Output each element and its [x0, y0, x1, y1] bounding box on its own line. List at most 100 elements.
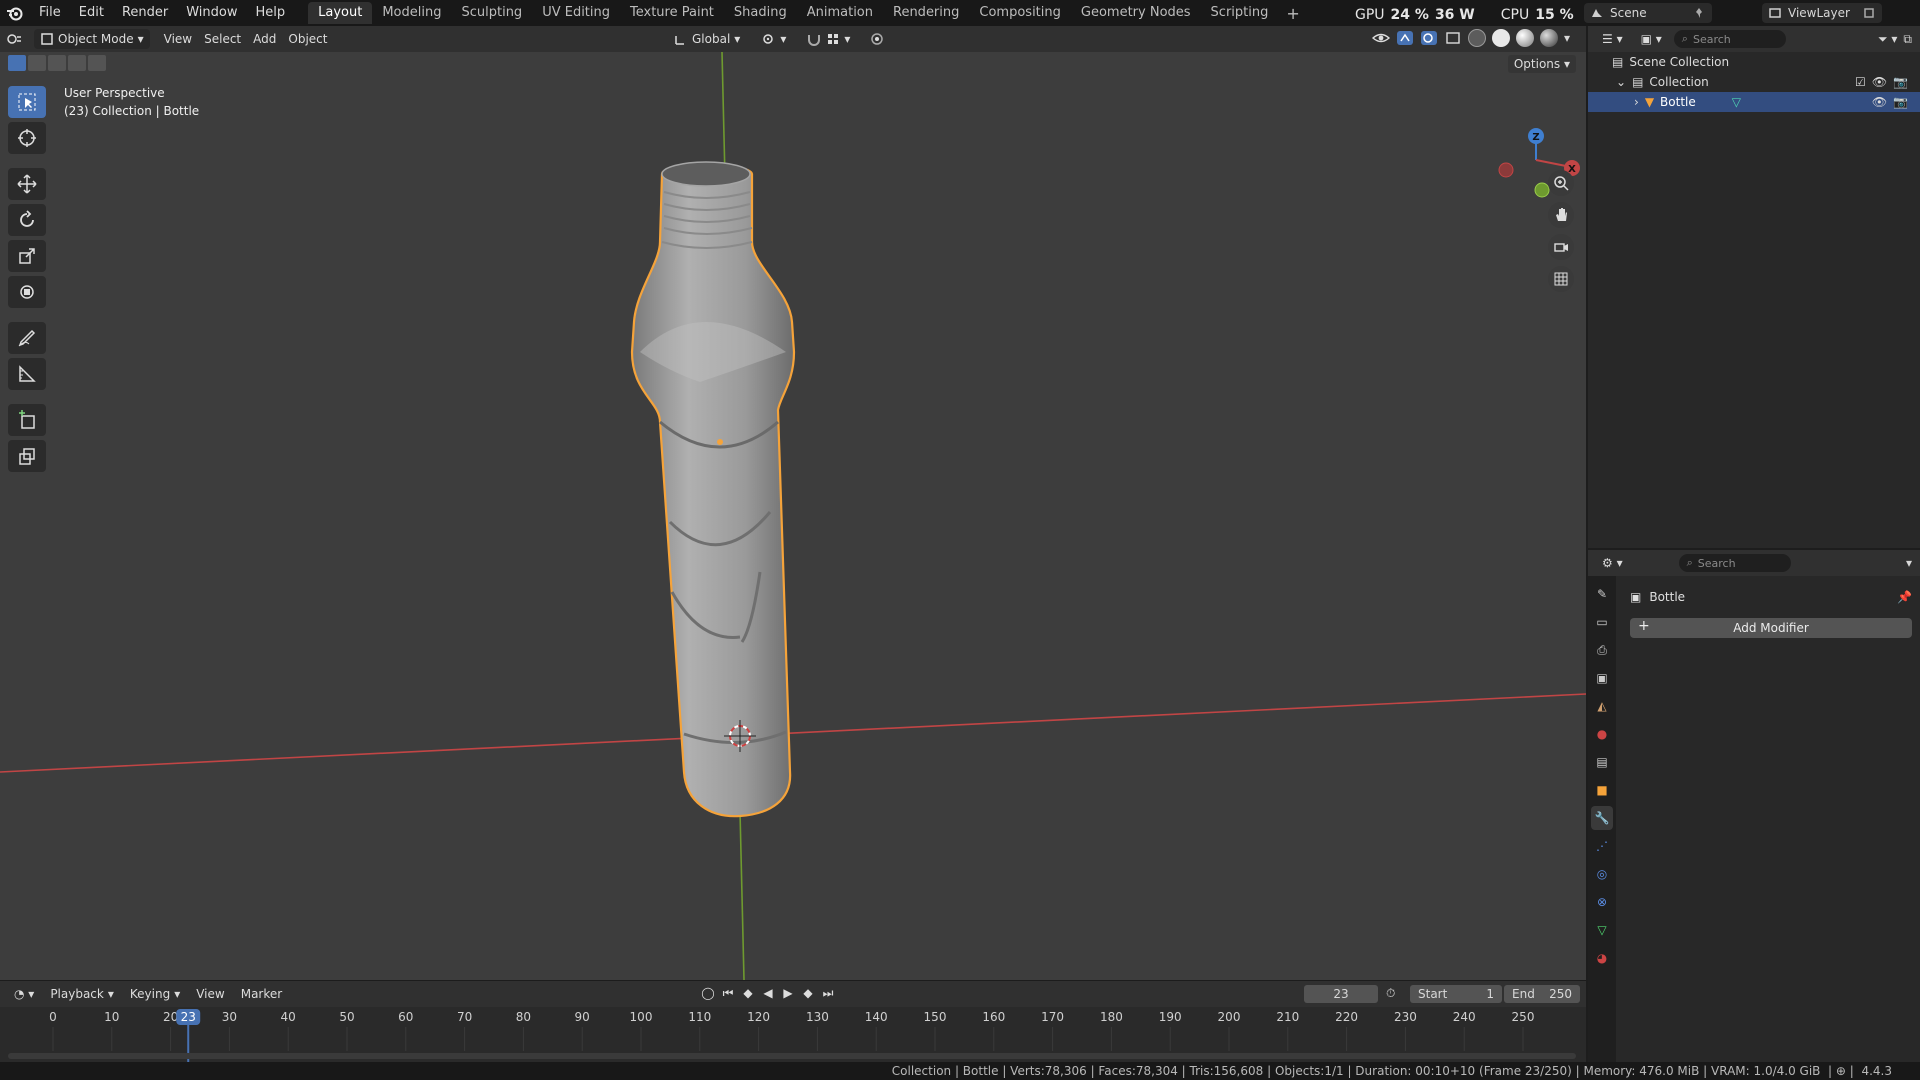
bottle-mesh[interactable]	[630, 163, 796, 818]
modifier-tab-icon[interactable]: 🔧	[1591, 806, 1613, 830]
render-tab-icon[interactable]: ▭	[1591, 610, 1613, 634]
frame-ruler[interactable]: 0 10 20 30 40 50 60 70 80 90 100 110 120 130 140 150 160…	[0, 1007, 1586, 1063]
tab-animation[interactable]: Animation	[797, 2, 883, 24]
physics-tab-icon[interactable]: ◎	[1591, 862, 1613, 886]
wireframe-shading-icon[interactable]	[1467, 29, 1486, 47]
tool-tab-icon[interactable]: ✎	[1591, 582, 1613, 606]
jump-start-icon[interactable]: ⏮	[720, 985, 736, 1001]
zoom-icon[interactable]	[1548, 170, 1574, 196]
menu-edit[interactable]: Edit	[70, 0, 113, 26]
new-collection-icon[interactable]: ⧉	[1903, 32, 1912, 47]
menu-marker[interactable]: Marker	[235, 984, 288, 1004]
view-layer-selector[interactable]: ViewLayer	[1762, 3, 1882, 23]
gizmo-y-icon[interactable]	[1534, 182, 1550, 198]
select-intersect-icon[interactable]	[88, 55, 106, 71]
play-reverse-icon[interactable]: ◀	[760, 985, 776, 1001]
menu-select[interactable]: Select	[198, 29, 247, 49]
tab-modeling[interactable]: Modeling	[372, 2, 451, 24]
chevron-down-icon[interactable]: ▾	[1906, 556, 1912, 570]
move-tool[interactable]	[8, 168, 46, 200]
scene-tab-icon[interactable]: ◭	[1591, 694, 1613, 718]
tab-geometry-nodes[interactable]: Geometry Nodes	[1071, 2, 1201, 24]
blender-logo-icon[interactable]	[0, 0, 30, 26]
select-subtract-icon[interactable]	[48, 55, 66, 71]
material-shading-icon[interactable]	[1515, 29, 1534, 47]
add-cube-tool[interactable]	[8, 404, 46, 436]
tab-sculpting[interactable]: Sculpting	[451, 2, 532, 24]
menu-window[interactable]: Window	[177, 0, 246, 26]
tab-scripting[interactable]: Scripting	[1201, 2, 1279, 24]
menu-object[interactable]: Object	[282, 29, 333, 49]
pin-icon[interactable]: 📌	[1897, 590, 1912, 604]
pivot-dropdown[interactable]: ▾	[754, 29, 792, 49]
menu-file[interactable]: File	[30, 0, 70, 26]
record-icon[interactable]: ◯	[700, 985, 716, 1001]
menu-keying[interactable]: Keying ▾	[124, 984, 186, 1004]
tab-compositing[interactable]: Compositing	[969, 2, 1071, 24]
mesh-data-icon[interactable]: ▽	[1732, 95, 1741, 109]
pan-hand-icon[interactable]	[1548, 202, 1574, 228]
constraints-tab-icon[interactable]: ⊗	[1591, 890, 1613, 914]
mode-dropdown[interactable]: Object Mode ▾	[34, 29, 150, 49]
clock-icon[interactable]: ◔ ▾	[8, 984, 40, 1004]
current-frame-field[interactable]: 23	[1304, 985, 1378, 1003]
properties-search-input[interactable]: ⌕ Search	[1678, 554, 1791, 572]
eye-icon[interactable]: 👁	[1872, 95, 1887, 109]
camera-view-icon[interactable]	[1548, 234, 1574, 260]
collection-tab-icon[interactable]: ▤	[1591, 750, 1613, 774]
play-icon[interactable]: ▶	[780, 985, 796, 1001]
next-keyframe-icon[interactable]: ◆	[800, 985, 816, 1001]
end-frame-field[interactable]: End 250	[1504, 985, 1580, 1003]
properties-editor-type-icon[interactable]: ⚙ ▾	[1596, 553, 1629, 573]
eye-icon[interactable]: 👁	[1872, 75, 1887, 89]
select-invert-icon[interactable]	[68, 55, 86, 71]
solid-shading-icon[interactable]	[1491, 29, 1510, 47]
scene-selector[interactable]: Scene	[1584, 3, 1712, 23]
3d-viewport[interactable]: User Perspective (23) Collection | Bottl…	[0, 52, 1586, 980]
gizmo-neg-x-icon[interactable]	[1498, 162, 1514, 178]
menu-playback[interactable]: Playback ▾	[44, 984, 120, 1004]
outliner-editor-type-icon[interactable]: ☰ ▾	[1596, 29, 1629, 49]
gizmo-toggle-icon[interactable]	[1396, 30, 1414, 46]
world-tab-icon[interactable]: ●	[1591, 722, 1613, 746]
tab-uv-editing[interactable]: UV Editing	[532, 2, 620, 24]
stopwatch-icon[interactable]: ⏱	[1386, 986, 1395, 1001]
menu-view[interactable]: View	[158, 29, 198, 49]
add-modifier-button[interactable]: + Add Modifier	[1630, 618, 1912, 638]
proportional-edit-toggle[interactable]	[864, 29, 890, 49]
outliner-search-input[interactable]: ⌕ Search	[1673, 30, 1786, 48]
overlay-toggle-icon[interactable]	[1420, 30, 1438, 46]
data-tab-icon[interactable]: ▽	[1591, 918, 1613, 942]
editor-type-button[interactable]	[0, 29, 28, 49]
transform-tool[interactable]	[8, 276, 46, 308]
rendered-shading-icon[interactable]	[1539, 29, 1558, 47]
disclosure-closed-icon[interactable]: ›	[1634, 95, 1639, 109]
visibility-icon[interactable]	[1371, 30, 1390, 46]
camera-icon[interactable]: 📷	[1893, 75, 1908, 89]
select-extend-icon[interactable]	[28, 55, 46, 71]
timeline-scrollbar[interactable]	[8, 1053, 1576, 1059]
menu-timeline-view[interactable]: View	[190, 984, 230, 1004]
menu-add[interactable]: Add	[247, 29, 282, 49]
select-new-icon[interactable]	[8, 55, 26, 71]
material-tab-icon[interactable]: ◕	[1591, 946, 1613, 970]
select-box-tool[interactable]	[8, 86, 46, 118]
prev-keyframe-icon[interactable]: ◆	[740, 985, 756, 1001]
camera-icon[interactable]: 📷	[1893, 95, 1908, 109]
scale-tool[interactable]	[8, 240, 46, 272]
snap-toggle[interactable]: ▾	[800, 29, 856, 49]
start-frame-field[interactable]: Start 1	[1410, 985, 1502, 1003]
outliner-row-scene-collection[interactable]: ▤ Scene Collection	[1588, 52, 1920, 72]
add-workspace-button[interactable]: +	[1278, 4, 1307, 23]
disclosure-open-icon[interactable]: ⌄	[1616, 75, 1626, 89]
jump-end-icon[interactable]: ⏭	[820, 985, 836, 1001]
particles-tab-icon[interactable]: ⋰	[1591, 834, 1613, 858]
display-mode-icon[interactable]: ▣ ▾	[1635, 29, 1668, 49]
orientation-dropdown[interactable]: Global ▾	[668, 29, 746, 49]
object-tab-icon[interactable]: ■	[1591, 778, 1613, 802]
view-layer-tab-icon[interactable]: ▣	[1591, 666, 1613, 690]
tab-shading[interactable]: Shading	[724, 2, 797, 24]
measure-tool[interactable]	[8, 358, 46, 390]
rotate-tool[interactable]	[8, 204, 46, 236]
viewport-scene[interactable]	[0, 52, 1586, 980]
